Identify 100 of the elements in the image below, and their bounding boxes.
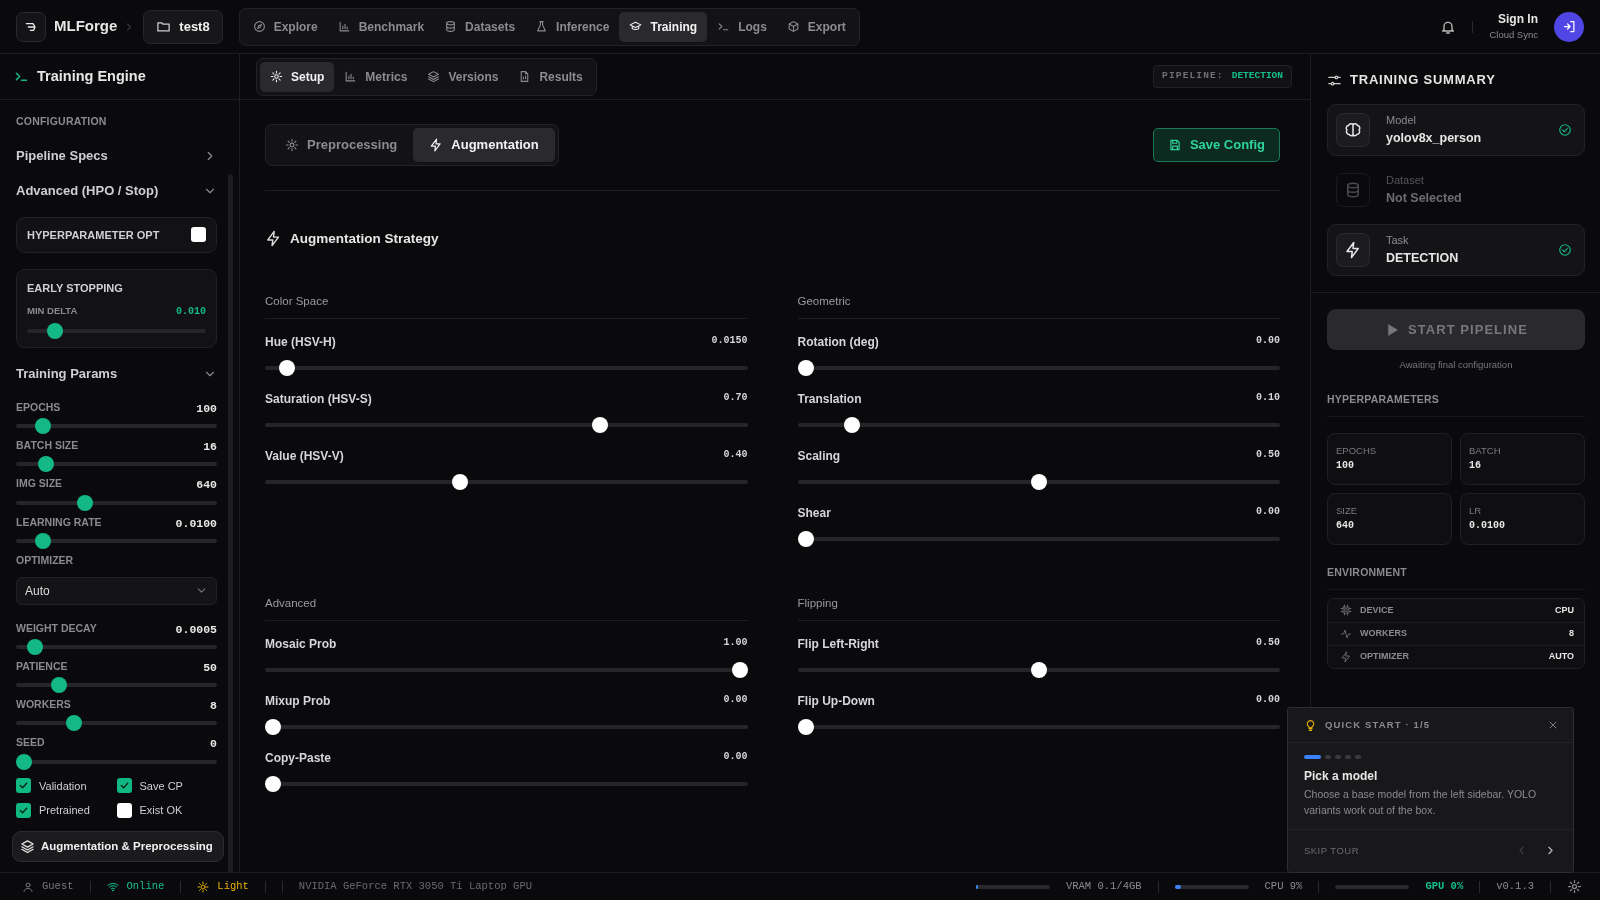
checkbox[interactable] <box>116 802 132 818</box>
slider[interactable] <box>16 715 217 732</box>
group-title: Geometric <box>797 292 1280 319</box>
nav-tab[interactable]: Explore <box>242 11 328 42</box>
slider-thumb[interactable] <box>77 494 94 511</box>
settings-button[interactable] <box>1567 879 1582 894</box>
slider-thumb[interactable] <box>34 418 51 434</box>
user-icon <box>22 880 34 893</box>
tab[interactable]: Versions <box>417 61 509 92</box>
slider[interactable] <box>16 532 217 549</box>
slider[interactable] <box>16 418 217 434</box>
slider-thumb[interactable] <box>451 474 468 490</box>
nav-tab[interactable]: Datasets <box>434 11 526 42</box>
chip-icon <box>1340 604 1352 617</box>
tab[interactable]: Results <box>508 61 593 92</box>
tab[interactable]: Augmentation <box>413 128 555 162</box>
slider[interactable] <box>797 662 1280 679</box>
slider-thumb[interactable] <box>797 360 814 376</box>
slider-value: 0.70 <box>723 391 748 405</box>
app-name: MLForge <box>54 16 118 37</box>
summary-label: Task <box>1386 233 1410 249</box>
summary-value: DETECTION <box>1386 249 1459 267</box>
slider-thumb[interactable] <box>844 417 861 433</box>
slider[interactable] <box>797 360 1280 376</box>
slider-thumb[interactable] <box>731 662 748 679</box>
slider[interactable] <box>16 753 217 770</box>
project-button[interactable]: test8 <box>143 9 223 44</box>
tab[interactable]: Metrics <box>334 61 418 92</box>
nav-tab[interactable]: Benchmark <box>327 11 435 42</box>
slider-value: 16 <box>203 439 217 455</box>
group-title: Color Space <box>265 292 748 319</box>
env-value: CPU <box>1555 603 1574 617</box>
nav-tab[interactable]: Inference <box>525 11 620 42</box>
slider[interactable] <box>797 474 1280 490</box>
slider-thumb[interactable] <box>51 677 68 693</box>
augmentation-button[interactable]: Augmentation & Preprocessing <box>12 830 224 862</box>
slider[interactable] <box>265 474 748 490</box>
checkbox[interactable] <box>116 778 132 794</box>
skip-tour-link[interactable]: SKIP TOUR <box>1304 843 1359 858</box>
slider-thumb[interactable] <box>16 753 32 770</box>
slider-thumb[interactable] <box>34 532 51 549</box>
slider-value: 0.0150 <box>711 334 748 348</box>
slider-thumb[interactable] <box>797 719 814 736</box>
slider[interactable] <box>797 719 1280 736</box>
bar-chart-icon <box>344 70 358 83</box>
slider[interactable] <box>265 360 748 376</box>
slider-value: 50 <box>203 659 217 676</box>
slider[interactable] <box>797 417 1280 433</box>
tab[interactable]: Setup <box>260 61 335 92</box>
save-button[interactable]: Save Config <box>1152 128 1280 162</box>
slider[interactable] <box>27 323 206 340</box>
slider[interactable] <box>265 776 748 793</box>
optimizer-select[interactable]: Auto <box>16 576 217 605</box>
slider-thumb[interactable] <box>1030 474 1047 490</box>
slider-thumb[interactable] <box>46 323 63 340</box>
sidebar-title: Training Engine <box>37 66 146 86</box>
checkbox[interactable] <box>191 227 206 243</box>
nav-tab[interactable]: Logs <box>707 11 777 42</box>
slider-label: Rotation (deg) <box>797 334 879 351</box>
slider-thumb[interactable] <box>797 531 814 547</box>
pulse-icon <box>1340 627 1352 640</box>
slider-label: WORKERS <box>16 697 71 712</box>
slider-thumb[interactable] <box>38 456 55 473</box>
slider-label: LEARNING RATE <box>16 514 102 530</box>
slider-thumb[interactable] <box>265 719 281 736</box>
slider[interactable] <box>265 662 748 679</box>
slider[interactable] <box>16 677 217 693</box>
slider[interactable] <box>265 417 748 433</box>
slider-thumb[interactable] <box>65 715 82 732</box>
slider-thumb[interactable] <box>1030 662 1047 679</box>
slider[interactable] <box>16 494 217 511</box>
nav-tab[interactable]: Training <box>619 11 708 42</box>
logo[interactable] <box>16 11 46 42</box>
sign-in-button[interactable] <box>1554 11 1584 42</box>
layers-icon <box>427 70 441 83</box>
slider-thumb[interactable] <box>591 417 608 433</box>
group-header[interactable]: Pipeline Specs <box>16 145 217 166</box>
checkbox[interactable] <box>16 778 31 794</box>
graduation-cap-icon <box>629 20 643 33</box>
slider-value: 1.00 <box>723 636 748 651</box>
group-header[interactable]: Advanced (HPO / Stop) <box>16 181 217 201</box>
slider[interactable] <box>265 719 748 736</box>
slider-thumb[interactable] <box>279 360 295 376</box>
slider[interactable] <box>16 456 217 473</box>
slider-label: Saturation (HSV-S) <box>265 391 372 408</box>
slider[interactable] <box>797 531 1280 547</box>
tab[interactable]: Preprocessing <box>269 128 414 162</box>
lightning-icon <box>265 230 282 248</box>
sign-in-link[interactable]: Sign In <box>1498 10 1538 29</box>
version-label: v0.1.3 <box>1496 878 1534 894</box>
group-header[interactable]: Training Params <box>16 364 217 384</box>
checkbox[interactable] <box>16 802 31 818</box>
summary-label: Dataset <box>1386 173 1425 189</box>
checkbox-label: Pretrained <box>39 803 90 818</box>
checkbox-label: Validation <box>39 778 87 794</box>
nav-tab[interactable]: Export <box>776 11 856 42</box>
slider-thumb[interactable] <box>27 638 44 655</box>
slider-thumb[interactable] <box>265 776 281 793</box>
terminal-icon <box>717 20 731 33</box>
slider[interactable] <box>16 638 217 655</box>
